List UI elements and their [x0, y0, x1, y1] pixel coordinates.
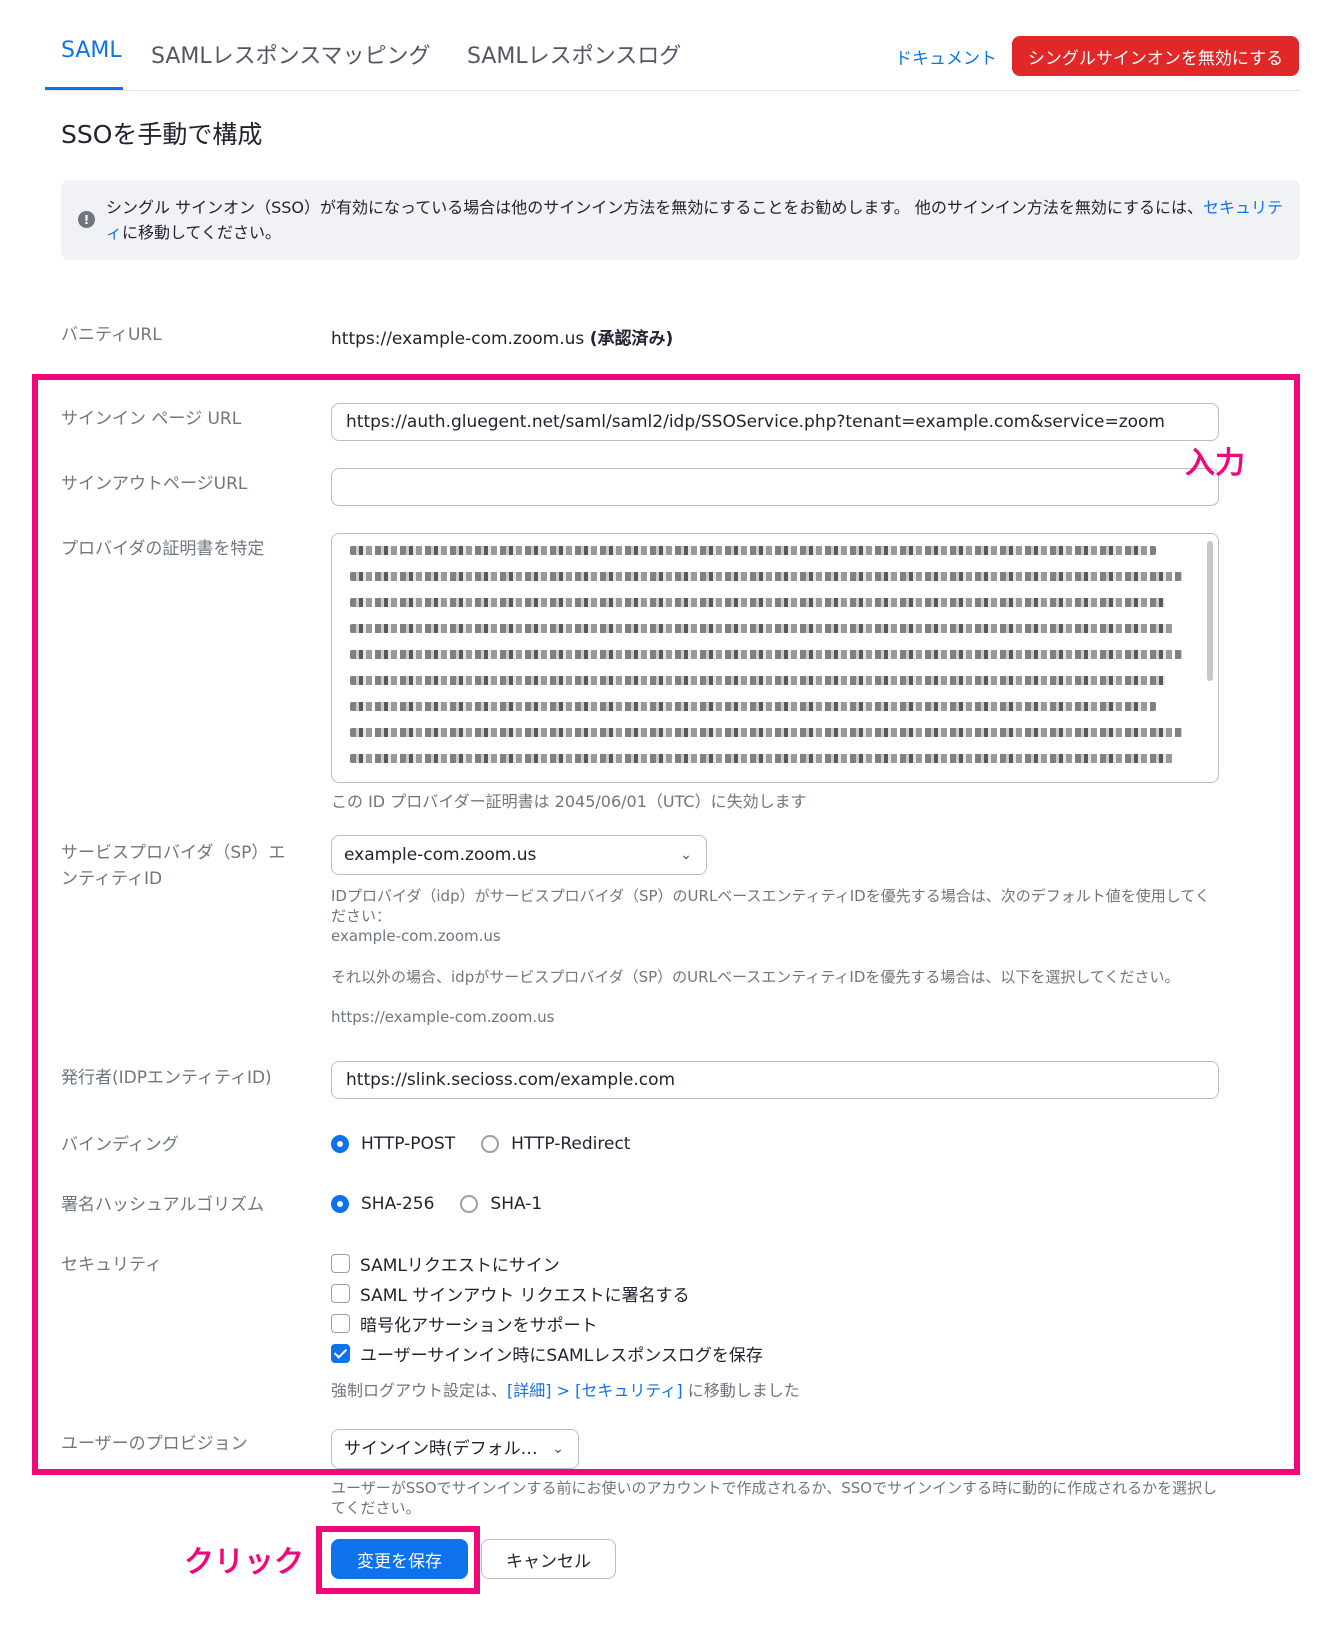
tab-saml-response-mapping[interactable]: SAMLレスポンスマッピング: [151, 38, 431, 70]
cancel-button[interactable]: キャンセル: [481, 1539, 616, 1579]
input-annotation-label: 入力: [1185, 446, 1245, 481]
provisioning-help: ユーザーがSSOでサインインする前にお使いのアカウントで作成されるか、SSOでサ…: [331, 1479, 1218, 1517]
tabs-divider: [45, 90, 1300, 91]
disable-sso-button[interactable]: シングルサインオンを無効にする: [1012, 36, 1299, 76]
vanity-url-value: https://example-com.zoom.us (承認済み): [331, 329, 674, 349]
tab-saml[interactable]: SAML: [61, 38, 122, 63]
vanity-url-label: バニティURL: [61, 325, 162, 345]
documentation-link[interactable]: ドキュメント: [895, 44, 997, 69]
input-area-highlight: [32, 374, 1300, 1475]
click-annotation-label: クリック: [184, 1545, 304, 1580]
vanity-url-status: (承認済み): [589, 329, 674, 349]
info-icon: !: [78, 211, 95, 228]
click-highlight: [316, 1526, 480, 1594]
notice-text: シングル サインオン（SSO）が有効になっている場合は他のサインイン方法を無効に…: [106, 198, 1284, 242]
page-title: SSOを手動で構成: [61, 120, 263, 149]
tab-saml-response-log[interactable]: SAMLレスポンスログ: [467, 38, 681, 70]
info-notice: ! シングル サインオン（SSO）が有効になっている場合は他のサインイン方法を無…: [61, 180, 1300, 260]
